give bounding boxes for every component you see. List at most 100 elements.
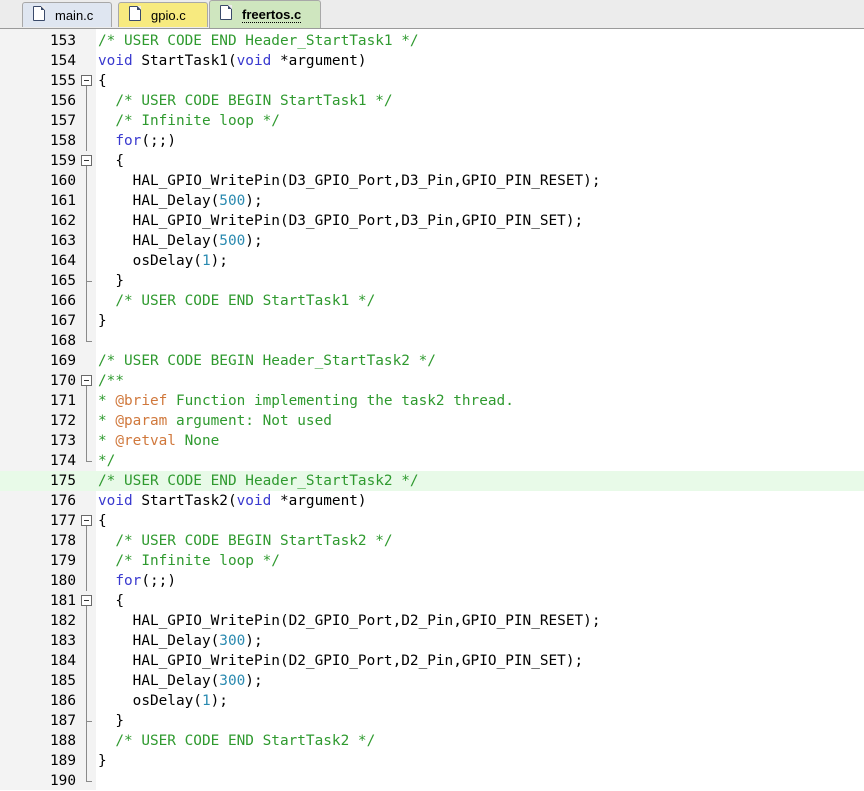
code-line[interactable]: 189} [0, 751, 864, 771]
line-number: 183 [50, 633, 76, 649]
code-token: 300 [219, 633, 246, 649]
line-number: 172 [50, 413, 76, 429]
line-number: 184 [50, 653, 76, 669]
code-token: void [236, 53, 272, 69]
line-number: 166 [50, 293, 76, 309]
fold-guide [80, 651, 94, 671]
code-line[interactable]: 162 HAL_GPIO_WritePin(D3_GPIO_Port,D3_Pi… [0, 211, 864, 231]
code-text: /** [98, 371, 124, 391]
line-number: 177 [50, 513, 76, 529]
fold-collapse-icon[interactable] [80, 151, 94, 171]
code-line[interactable]: 169 /* USER CODE BEGIN Header_StartTask2 … [0, 351, 864, 371]
code-line[interactable]: 184 HAL_GPIO_WritePin(D2_GPIO_Port,D2_Pi… [0, 651, 864, 671]
code-line[interactable]: 164 osDelay(1); [0, 251, 864, 271]
line-number: 159 [50, 153, 76, 169]
line-number: 157 [50, 113, 76, 129]
code-line[interactable]: 175 /* USER CODE END Header_StartTask2 */ [0, 471, 864, 491]
code-token: { [98, 593, 124, 609]
tab-gpio-c[interactable]: gpio.c [118, 2, 208, 27]
code-line[interactable]: 166 /* USER CODE END StartTask1 */ [0, 291, 864, 311]
code-line[interactable]: 180 for(;;) [0, 571, 864, 591]
code-line[interactable]: 165 } [0, 271, 864, 291]
code-line[interactable]: 171 * @brief Function implementing the ta… [0, 391, 864, 411]
fold-guide [80, 291, 94, 311]
line-number: 190 [50, 773, 76, 789]
code-token: } [98, 273, 124, 289]
code-line[interactable]: 154 void StartTask1(void *argument) [0, 51, 864, 71]
code-line[interactable]: 159 { [0, 151, 864, 171]
code-line[interactable]: 178 /* USER CODE BEGIN StartTask2 */ [0, 531, 864, 551]
fold-collapse-icon[interactable] [80, 511, 94, 531]
code-line[interactable]: 179 /* Infinite loop */ [0, 551, 864, 571]
code-token: 500 [219, 193, 246, 209]
code-token: { [98, 153, 124, 169]
line-number: 158 [50, 133, 76, 149]
code-line[interactable]: 190 [0, 771, 864, 791]
fold-collapse-icon[interactable] [80, 71, 94, 91]
code-text: HAL_Delay(300); [98, 631, 263, 651]
file-icon [33, 6, 45, 21]
code-line[interactable]: 158 for(;;) [0, 131, 864, 151]
code-line[interactable]: 153 /* USER CODE END Header_StartTask1 */ [0, 31, 864, 51]
tab-freertos-c[interactable]: freertos.c [209, 0, 321, 28]
code-line[interactable]: 161 HAL_Delay(500); [0, 191, 864, 211]
code-text: } [98, 711, 124, 731]
code-line[interactable]: 156 /* USER CODE BEGIN StartTask1 */ [0, 91, 864, 111]
code-text: /* Infinite loop */ [98, 551, 280, 571]
code-token: /* USER CODE END StartTask2 */ [115, 733, 376, 749]
code-token: ); [245, 233, 263, 249]
line-number: 187 [50, 713, 76, 729]
code-line[interactable]: 174 */ [0, 451, 864, 471]
code-line[interactable]: 155 { [0, 71, 864, 91]
line-number: 156 [50, 93, 76, 109]
code-line[interactable]: 181 { [0, 591, 864, 611]
code-token: HAL_Delay( [98, 193, 220, 209]
fold-guide [80, 411, 94, 431]
code-line[interactable]: 167} [0, 311, 864, 331]
code-token: 1 [201, 693, 211, 709]
code-text: * @brief Function implementing the task2… [98, 391, 514, 411]
line-number: 186 [50, 693, 76, 709]
code-line[interactable]: 160 HAL_GPIO_WritePin(D3_GPIO_Port,D3_Pi… [0, 171, 864, 191]
code-text: */ [98, 451, 115, 471]
code-line[interactable]: 185 HAL_Delay(300); [0, 671, 864, 691]
code-line[interactable]: 173 * @retval None [0, 431, 864, 451]
fold-guide [80, 711, 94, 731]
code-token: for [115, 133, 142, 149]
fold-guide [80, 131, 94, 151]
code-token: /* USER CODE BEGIN StartTask2 */ [115, 533, 393, 549]
fold-collapse-icon[interactable] [80, 591, 94, 611]
code-token: ); [210, 693, 228, 709]
code-line[interactable]: 188 /* USER CODE END StartTask2 */ [0, 731, 864, 751]
code-text: for(;;) [98, 571, 176, 591]
code-line[interactable]: 163 HAL_Delay(500); [0, 231, 864, 251]
code-line[interactable]: 182 HAL_GPIO_WritePin(D2_GPIO_Port,D2_Pi… [0, 611, 864, 631]
code-token: /* USER CODE BEGIN Header_StartTask2 */ [98, 353, 436, 369]
code-line[interactable]: 172 * @param argument: Not used [0, 411, 864, 431]
code-token: ); [245, 673, 263, 689]
line-number: 173 [50, 433, 76, 449]
code-token: /* Infinite loop */ [115, 113, 280, 129]
fold-collapse-icon[interactable] [80, 371, 94, 391]
code-line[interactable]: 187 } [0, 711, 864, 731]
code-editor[interactable]: 153 /* USER CODE END Header_StartTask1 */… [0, 29, 864, 790]
code-text: osDelay(1); [98, 251, 228, 271]
fold-guide [80, 111, 94, 131]
code-line[interactable]: 168 [0, 331, 864, 351]
file-icon [220, 5, 232, 20]
tab-main-c[interactable]: main.c [22, 2, 112, 27]
code-text: /* USER CODE END StartTask1 */ [98, 291, 375, 311]
fold-guide [80, 451, 94, 471]
code-text: } [98, 751, 107, 771]
code-token: ); [210, 253, 228, 269]
code-line[interactable]: 157 /* Infinite loop */ [0, 111, 864, 131]
code-line[interactable]: 170 /** [0, 371, 864, 391]
code-line[interactable]: 183 HAL_Delay(300); [0, 631, 864, 651]
code-token: HAL_GPIO_WritePin(D2_GPIO_Port,D2_Pin,GP… [98, 653, 584, 669]
code-line[interactable]: 176 void StartTask2(void *argument) [0, 491, 864, 511]
code-line[interactable]: 186 osDelay(1); [0, 691, 864, 711]
code-text: /* USER CODE BEGIN StartTask1 */ [98, 91, 392, 111]
line-number: 174 [50, 453, 76, 469]
code-line[interactable]: 177 { [0, 511, 864, 531]
